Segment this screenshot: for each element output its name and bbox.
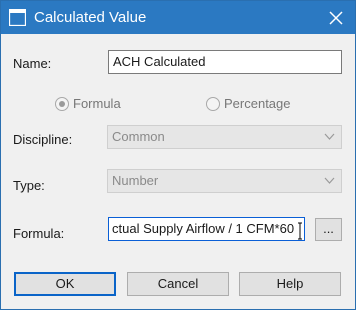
close-button[interactable] [323,5,349,30]
radio-percentage-label: Percentage [224,96,291,111]
title-bar[interactable]: Calculated Value [1,1,355,34]
type-select[interactable]: Number [107,169,342,193]
radio-formula-label: Formula [73,96,121,111]
chevron-down-icon [324,133,335,140]
chevron-down-icon [324,177,335,184]
cancel-button[interactable]: Cancel [127,272,229,296]
radio-percentage-indicator [206,97,220,111]
radio-formula[interactable]: Formula [55,96,121,112]
radio-formula-indicator [55,97,69,111]
type-label: Type: [13,178,45,193]
radio-percentage[interactable]: Percentage [206,96,291,112]
type-value: Number [112,173,159,188]
dialog-app-icon [8,8,27,27]
discipline-select[interactable]: Common [107,125,342,149]
name-label: Name: [13,56,52,71]
discipline-value: Common [112,129,165,144]
dialog-title: Calculated Value [34,9,147,26]
ok-button[interactable]: OK [14,272,116,296]
text-cursor-icon [298,222,302,240]
calculated-value-dialog: Calculated Value Name: ACH Calculated Fo… [0,0,356,310]
formula-label: Formula: [13,226,65,241]
close-icon [329,10,343,25]
help-button[interactable]: Help [239,272,341,296]
formula-input[interactable]: ctual Supply Airflow / 1 CFM*60 [108,217,305,241]
dialog-body: Name: ACH Calculated Formula Percentage … [1,34,355,309]
discipline-label: Discipline: [13,132,73,147]
formula-browse-button[interactable]: ... [315,218,342,241]
name-input[interactable]: ACH Calculated [108,50,342,74]
